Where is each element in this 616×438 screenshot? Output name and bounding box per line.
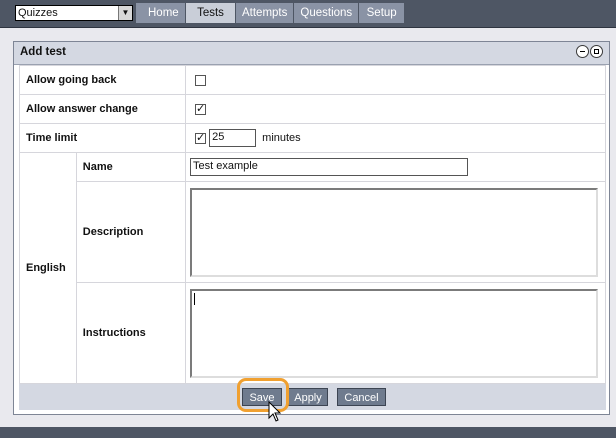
tab-questions[interactable]: Questions [294, 3, 360, 23]
minimize-icon[interactable] [576, 45, 589, 58]
module-select[interactable]: Quizzes ▼ [15, 5, 133, 21]
instructions-textarea[interactable] [190, 288, 599, 378]
tab-attempts[interactable]: Attempts [236, 3, 295, 23]
description-textarea[interactable] [190, 187, 599, 277]
form-row: Allow answer change [18, 94, 606, 124]
test-form: Allow going back Allow answer change Tim… [18, 65, 606, 384]
module-select-value: Quizzes [18, 7, 58, 19]
chevron-down-icon[interactable]: ▼ [118, 6, 132, 20]
tab-tests[interactable]: Tests [186, 3, 236, 23]
add-test-panel: Add test Allow going back Allow answer c… [13, 41, 610, 415]
allow-answer-change-label: Allow answer change [18, 94, 187, 124]
allow-going-back-label: Allow going back [18, 65, 187, 95]
panel-title: Add test [20, 46, 66, 58]
time-limit-label: Time limit [18, 123, 187, 153]
time-limit-unit: minutes [262, 132, 301, 144]
time-limit-input[interactable]: 25 [209, 129, 257, 147]
name-input[interactable]: Test example [190, 158, 469, 176]
instructions-label: Instructions [75, 282, 187, 384]
form-footer: Save Apply Cancel [19, 384, 606, 410]
apply-button[interactable]: Apply [288, 388, 328, 406]
restore-icon[interactable] [590, 45, 603, 58]
nav-tabs: Home Tests Attempts Questions Setup [136, 3, 406, 23]
cancel-button[interactable]: Cancel [337, 388, 386, 406]
bottom-bar [0, 427, 616, 438]
text-caret [194, 292, 196, 305]
tab-setup[interactable]: Setup [359, 3, 406, 23]
name-label: Name [75, 152, 187, 182]
allow-going-back-checkbox[interactable] [195, 74, 207, 86]
time-limit-checkbox[interactable] [195, 131, 207, 144]
form-row: Instructions [20, 282, 606, 384]
mouse-cursor-icon [268, 401, 282, 422]
top-nav-bar: Quizzes ▼ Home Tests Attempts Questions … [0, 0, 616, 28]
form-row: Time limit 25 minutes [18, 123, 606, 153]
allow-answer-change-checkbox[interactable] [195, 102, 207, 115]
form-row: Description [20, 181, 606, 283]
description-label: Description [75, 181, 187, 283]
form-row: English Name Test example [19, 152, 606, 384]
panel-header: Add test [14, 42, 609, 65]
tab-home[interactable]: Home [136, 3, 186, 23]
language-label: English [19, 152, 77, 384]
form-row: Allow going back [18, 65, 606, 95]
